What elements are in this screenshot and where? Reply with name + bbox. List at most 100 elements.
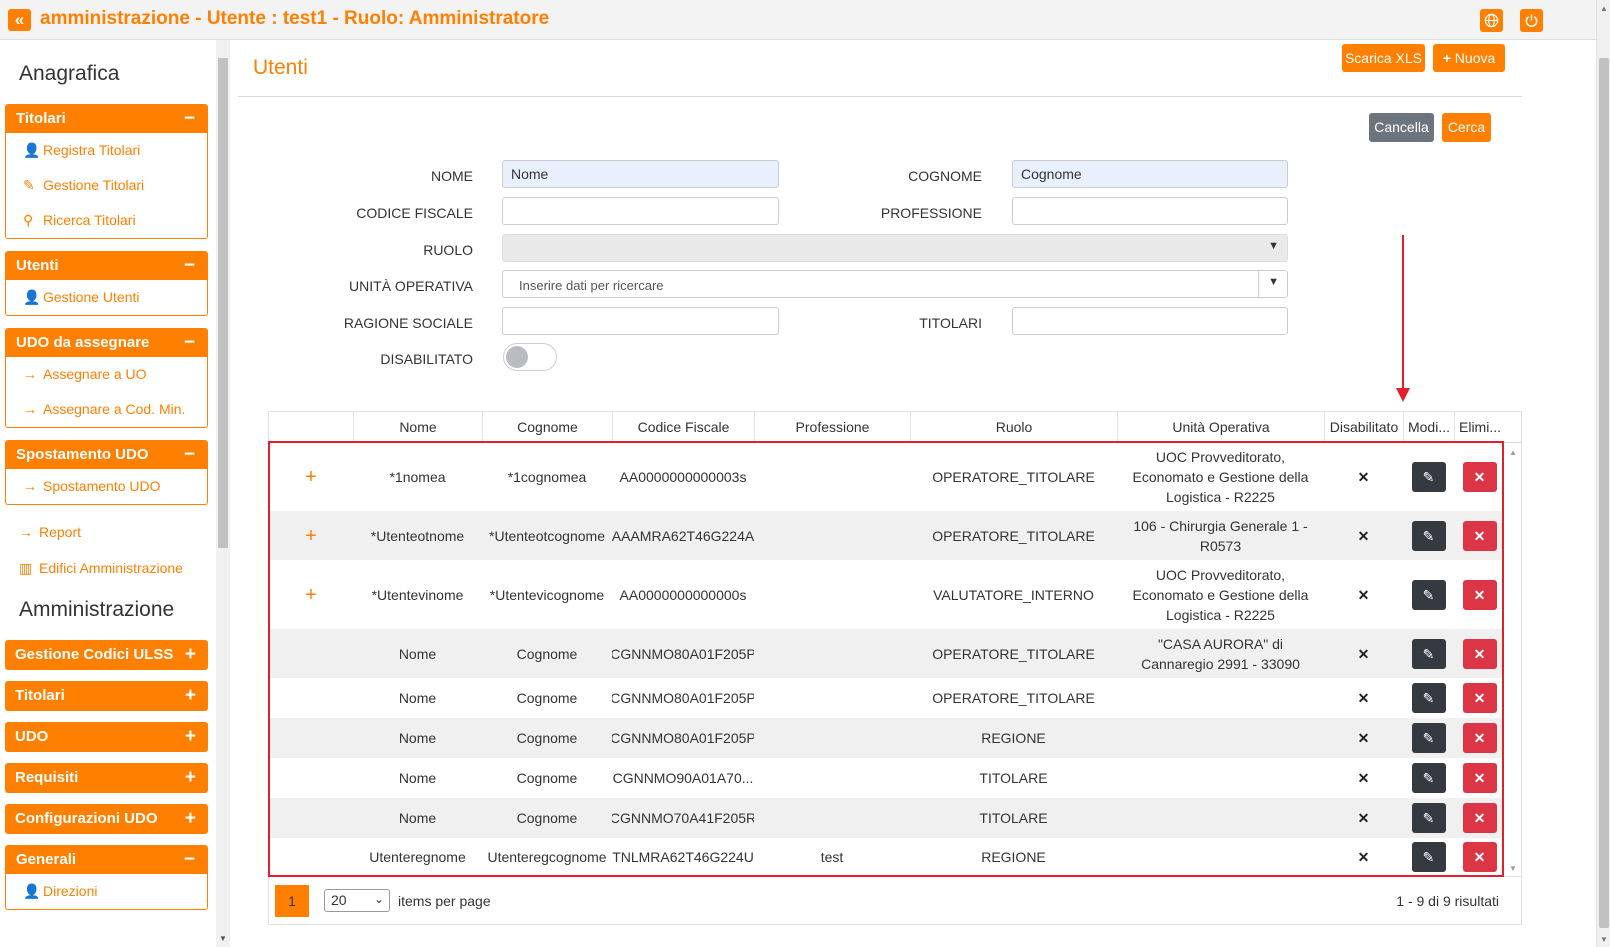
col-modifica[interactable]: Modi...	[1403, 412, 1454, 443]
ragione-sociale-input[interactable]	[502, 307, 779, 335]
cell-cf: TNLMRA62T46G224U	[612, 849, 754, 865]
sidebar-item-gestione-utenti[interactable]: 👤 Gestione Utenti	[6, 280, 207, 315]
edit-icon[interactable]: ✎	[1411, 842, 1446, 872]
collapse-icon[interactable]: −	[184, 105, 195, 133]
expand-row-icon[interactable]: +	[269, 511, 353, 560]
cell-nome: *1nomea	[389, 469, 446, 485]
page-button[interactable]: 1	[275, 885, 309, 917]
window-scrollbar[interactable]: ▲ ▼	[1596, 0, 1610, 947]
new-button[interactable]: + Nuova	[1433, 44, 1505, 72]
sidebar-item-ricerca-titolari[interactable]: ⚲ Ricerca Titolari	[6, 203, 207, 238]
expand-icon[interactable]: +	[185, 763, 196, 793]
cell-modifica: ✎	[1403, 838, 1454, 876]
codice-fiscale-input[interactable]	[502, 197, 779, 225]
col-disabilitato[interactable]: Disabilitato	[1324, 412, 1403, 443]
collapse-icon[interactable]: −	[184, 441, 195, 469]
building-icon: ▥	[19, 560, 33, 576]
cell-nome: Nome	[398, 690, 437, 706]
collapse-icon[interactable]: −	[184, 329, 195, 357]
sidebar-item-assegnare-cod-min[interactable]: → Assegnare a Cod. Min.	[6, 392, 207, 427]
table-header: Nome Cognome Codice Fiscale Professione …	[269, 412, 1521, 443]
cell-cf: CGNNMO80A01F205P	[612, 645, 754, 662]
delete-icon[interactable]: ✕	[1462, 638, 1497, 669]
expand-row-icon[interactable]	[269, 629, 353, 678]
col-professione[interactable]: Professione	[754, 412, 910, 443]
col-nome[interactable]: Nome	[353, 412, 482, 443]
sidebar-group-header-titolari[interactable]: Titolari −	[6, 105, 207, 133]
edit-icon[interactable]: ✎	[1411, 763, 1446, 793]
expand-icon[interactable]: +	[185, 640, 196, 670]
table-row: + *1nomea *1cognomea AA0000000000003s OPERAT…	[269, 443, 1504, 511]
cancel-button[interactable]: Cancella	[1369, 113, 1434, 142]
delete-icon[interactable]: ✕	[1462, 723, 1497, 753]
sidebar-link-edifici[interactable]: ▥ Edifici Amministrazione	[19, 560, 183, 577]
double-chevron-left-icon[interactable]: «	[8, 9, 31, 31]
col-ruolo[interactable]: Ruolo	[910, 412, 1117, 443]
cognome-input[interactable]	[1012, 160, 1288, 188]
ruolo-select[interactable]: ▼	[502, 234, 1288, 262]
sidebar-link-report[interactable]: → Report	[19, 524, 81, 540]
expand-icon[interactable]: +	[185, 722, 196, 752]
sidebar-block-requisiti[interactable]: Requisiti +	[5, 763, 208, 793]
sidebar-group-header-spostamento[interactable]: Spostamento UDO −	[6, 441, 207, 469]
delete-icon[interactable]: ✕	[1462, 683, 1497, 713]
delete-icon[interactable]: ✕	[1462, 763, 1497, 793]
cell-elimina: ✕	[1454, 678, 1505, 718]
sidebar-item-gestione-titolari[interactable]: ✎ Gestione Titolari	[6, 168, 207, 203]
sidebar-item-assegnare-uo[interactable]: → Assegnare a UO	[6, 357, 207, 392]
delete-icon[interactable]: ✕	[1462, 462, 1497, 492]
col-codice-fiscale[interactable]: Codice Fiscale	[612, 412, 754, 443]
cell-modifica: ✎	[1403, 443, 1454, 511]
items-per-page-select[interactable]: 20 ⌄	[324, 889, 390, 912]
titolari-input[interactable]	[1012, 307, 1288, 335]
delete-icon[interactable]: ✕	[1462, 579, 1497, 610]
edit-icon[interactable]: ✎	[1411, 803, 1446, 833]
delete-icon[interactable]: ✕	[1462, 520, 1497, 551]
cell-disabilitato: ✕	[1324, 678, 1403, 718]
download-xls-button[interactable]: Scarica XLS	[1342, 44, 1425, 72]
expand-row-icon[interactable]	[269, 678, 353, 718]
col-unita-operativa[interactable]: Unità Operativa	[1117, 412, 1324, 443]
col-cognome[interactable]: Cognome	[482, 412, 612, 443]
sidebar-group-header-udo[interactable]: UDO da assegnare −	[6, 329, 207, 357]
expand-icon[interactable]: +	[185, 681, 196, 711]
delete-icon[interactable]: ✕	[1462, 803, 1497, 833]
sidebar-block-titolari[interactable]: Titolari +	[5, 681, 208, 711]
sidebar-block-udo[interactable]: UDO +	[5, 722, 208, 752]
edit-icon[interactable]: ✎	[1411, 462, 1446, 492]
cell-prof	[754, 758, 910, 798]
globe-icon[interactable]	[1480, 9, 1503, 32]
sidebar-item-registra-titolari[interactable]: 👤 Registra Titolari	[6, 133, 207, 168]
collapse-icon[interactable]: −	[184, 846, 195, 874]
expand-row-icon[interactable]	[269, 798, 353, 838]
sidebar-group-header-utenti[interactable]: Utenti −	[6, 252, 207, 280]
edit-icon[interactable]: ✎	[1411, 683, 1446, 713]
edit-icon[interactable]: ✎	[1411, 723, 1446, 753]
power-icon[interactable]	[1520, 9, 1543, 32]
sidebar-item-spostamento-udo[interactable]: → Spostamento UDO	[6, 469, 207, 504]
expand-icon[interactable]: +	[185, 804, 196, 834]
professione-input[interactable]	[1012, 197, 1288, 225]
collapse-icon[interactable]: −	[184, 252, 195, 280]
edit-icon[interactable]: ✎	[1411, 579, 1446, 610]
sidebar-block-configurazioni-udo[interactable]: Configurazioni UDO +	[5, 804, 208, 834]
sidebar-scrollbar[interactable]: ▼	[216, 40, 230, 947]
table-scrollbar[interactable]: ▲ ▼	[1505, 444, 1521, 876]
sidebar-block-gestione-codici-ulss[interactable]: Gestione Codici ULSS +	[5, 640, 208, 670]
edit-icon[interactable]: ✎	[1411, 638, 1446, 669]
expand-row-icon[interactable]	[269, 758, 353, 798]
search-button[interactable]: Cerca	[1442, 113, 1491, 142]
unita-operativa-select[interactable]: Inserire dati per ricercare ▼	[502, 270, 1288, 298]
expand-row-icon[interactable]: +	[269, 560, 353, 629]
cell-prof	[754, 443, 910, 511]
edit-icon[interactable]: ✎	[1411, 520, 1446, 551]
sidebar-group-header-generali[interactable]: Generali −	[6, 846, 207, 874]
col-elimina[interactable]: Elimi...	[1454, 412, 1505, 443]
expand-row-icon[interactable]	[269, 718, 353, 758]
disabilitato-toggle[interactable]	[503, 343, 557, 371]
nome-input[interactable]	[502, 160, 779, 188]
delete-icon[interactable]: ✕	[1462, 842, 1497, 872]
expand-row-icon[interactable]: +	[269, 443, 353, 511]
expand-row-icon[interactable]	[269, 838, 353, 876]
sidebar-item-direzioni[interactable]: 👤 Direzioni	[6, 874, 207, 909]
